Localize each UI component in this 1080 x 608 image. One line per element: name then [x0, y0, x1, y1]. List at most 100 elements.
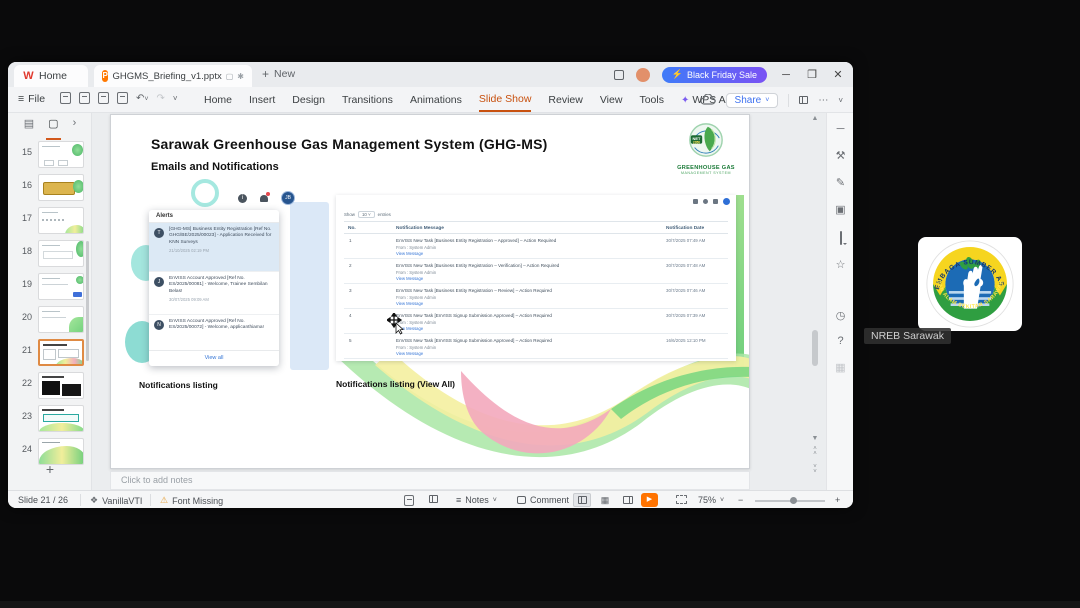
menu-insert[interactable]: Insert — [249, 89, 275, 111]
file-menu[interactable]: ≡ File — [18, 93, 45, 105]
rate-edit-icon[interactable]: ✎ — [827, 176, 853, 189]
history-icon[interactable]: ◷ — [827, 309, 853, 322]
alerts-panel-screenshot[interactable]: Alerts T [GHG-MS] Business Entity Regist… — [149, 210, 279, 366]
comment-button[interactable]: Comment — [517, 495, 569, 505]
menu-view[interactable]: View — [600, 89, 623, 111]
print-preview-icon[interactable] — [117, 92, 128, 104]
shapes-icon[interactable]: ▣ — [827, 203, 853, 216]
panel-expand-icon[interactable]: › — [73, 117, 77, 137]
participant-name: NREB Sarawak — [871, 330, 944, 342]
slide-thumb-preview — [38, 273, 84, 300]
slideshow-play-button[interactable]: ▶ — [641, 493, 658, 507]
slide-subtitle[interactable]: Emails and Notifications — [151, 161, 279, 173]
tab-home[interactable]: W Home — [14, 65, 88, 87]
zoom-slider-handle[interactable] — [790, 497, 797, 504]
menu-animations[interactable]: Animations — [410, 89, 462, 111]
redo-icon[interactable]: ↷ — [156, 93, 164, 104]
window-layout-icon[interactable] — [613, 69, 624, 80]
row-from: From : System Admin — [396, 270, 437, 275]
logo-line2: MANAGEMENT SYSTEM — [681, 171, 731, 175]
fit-slide-icon[interactable] — [676, 495, 687, 504]
ghgms-logo[interactable]: NET 2050 GREENHOUSE GAS MANAGEMENT SYSTE… — [674, 121, 738, 175]
slide-21[interactable]: Sarawak Greenhouse Gas Management System… — [110, 114, 750, 469]
slide-page-icon[interactable] — [404, 495, 414, 506]
notifications-table-screenshot[interactable]: Show 10 ˅ entries No. Notification Messa… — [336, 195, 736, 361]
scroll-up-icon[interactable]: ▲ — [807, 115, 823, 123]
cloud-sync-icon[interactable] — [700, 94, 716, 106]
close-button[interactable]: ✕ — [831, 68, 845, 81]
move-pane-icon[interactable] — [429, 495, 438, 503]
zoom-in-button[interactable]: + — [835, 495, 840, 505]
caption-left[interactable]: Notifications listing — [139, 380, 218, 390]
reading-view-button[interactable] — [619, 493, 637, 507]
new-tab-button[interactable]: + New — [262, 67, 295, 81]
slide-sorter-view-button[interactable]: ▦ — [596, 493, 614, 507]
outline-view-icon[interactable]: ▤ — [24, 117, 34, 137]
tab-document[interactable]: P GHGMS_Briefing_v1.pptx ▢ ✱ — [94, 65, 252, 87]
notes-input[interactable]: Click to add notes — [110, 471, 750, 490]
slide-thumbnail-23[interactable]: 23 — [8, 403, 92, 436]
panel-scrollbar[interactable] — [86, 241, 89, 361]
ghgms-globe-leaf-icon: NET 2050 — [689, 123, 723, 157]
slide-title[interactable]: Sarawak Greenhouse Gas Management System… — [151, 136, 547, 152]
slide-thumbnail-20[interactable]: 20 — [8, 304, 92, 337]
grid-icon[interactable]: ▦ — [827, 361, 853, 374]
add-slide-button[interactable]: + — [8, 461, 92, 477]
menu-slide-show[interactable]: Slide Show — [478, 88, 532, 112]
minimize-button[interactable]: ─ — [779, 69, 793, 81]
collapse-ribbon-icon[interactable]: ˅ — [838, 96, 843, 105]
previous-slide-button[interactable]: ˄ ˄ — [807, 446, 823, 457]
collapse-pane-icon[interactable]: ─ — [827, 123, 853, 135]
slide-thumbnail-15[interactable]: 15 — [8, 139, 92, 172]
undo-icon[interactable]: ↶˅ — [136, 93, 148, 104]
home-tab-label: Home — [39, 70, 68, 82]
slide-thumbnail-16[interactable]: 16 — [8, 172, 92, 205]
comment-pane-icon[interactable] — [827, 231, 853, 245]
menu-tools[interactable]: Tools — [639, 89, 664, 111]
view-all-link: View all — [204, 355, 224, 361]
toolbar-expand-icon[interactable]: ˅ — [173, 94, 178, 103]
slide-thumbnail-18[interactable]: 18 — [8, 238, 92, 271]
col-no: No. — [348, 226, 356, 231]
normal-view-button[interactable] — [573, 493, 591, 507]
help-icon[interactable]: ? — [827, 335, 853, 347]
tab-preview-icon[interactable]: ▢ — [226, 72, 234, 81]
theme-indicator[interactable]: ❖ VanillaVTI — [90, 495, 142, 506]
export-icon[interactable] — [79, 92, 90, 104]
caption-right-text: Notifications listing (View All) — [336, 379, 456, 389]
chevron-down-icon: ˅ — [492, 496, 497, 504]
slide-view-icon[interactable]: ▢ — [46, 117, 62, 140]
more-options-icon[interactable]: ⋯ — [818, 95, 828, 106]
maximize-button[interactable]: ❐ — [805, 68, 819, 81]
participant-video-tile[interactable]: LEMBAGA SUMBER ASLI DAN ALAM SEKITAR SAR… — [918, 237, 1022, 331]
scroll-down-icon[interactable]: ▼ — [807, 435, 823, 443]
row-date: 30/7/2025 07:46 AM — [666, 288, 706, 293]
slide-thumbnail-19[interactable]: 19 — [8, 271, 92, 304]
account-avatar[interactable] — [635, 67, 650, 82]
tab-modified-icon: ✱ — [237, 71, 244, 81]
font-missing-warning[interactable]: ⚠ Font Missing — [160, 495, 223, 506]
menu-home[interactable]: Home — [204, 89, 232, 111]
row-message: EnVISS New Task [Business Entity Registr… — [396, 263, 560, 268]
task-pane-icon[interactable] — [799, 96, 809, 104]
next-slide-button[interactable]: ˅ ˅ — [807, 464, 823, 475]
slide-thumbnail-22[interactable]: 22 — [8, 370, 92, 403]
black-friday-sale-button[interactable]: ⚡ Black Friday Sale — [661, 66, 767, 83]
menu-review[interactable]: Review — [548, 89, 582, 111]
zoom-level[interactable]: 75% ˅ — [698, 495, 724, 505]
divider — [150, 494, 151, 506]
favorites-icon[interactable]: ☆ — [827, 258, 853, 271]
scrollbar-thumb[interactable] — [812, 330, 818, 366]
notes-toggle[interactable]: ≡ Notes ˅ — [456, 495, 497, 505]
menu-design[interactable]: Design — [292, 89, 325, 111]
share-button[interactable]: Share ˅ — [725, 92, 779, 108]
caption-right[interactable]: Notifications listing (View All) — [336, 379, 455, 389]
menu-transitions[interactable]: Transitions — [342, 89, 393, 111]
slide-thumbnail-17[interactable]: 17 — [8, 205, 92, 238]
slide-thumbnail-21-selected[interactable]: 21 — [8, 337, 92, 370]
save-icon[interactable] — [60, 92, 71, 104]
canvas-scrollbar[interactable]: ▲ ▼ ˄ ˄ ˅ ˅ — [807, 113, 823, 490]
print-icon[interactable] — [98, 92, 109, 104]
tools-icon[interactable]: ⚒ — [827, 149, 853, 162]
zoom-out-button[interactable]: − — [738, 495, 743, 505]
